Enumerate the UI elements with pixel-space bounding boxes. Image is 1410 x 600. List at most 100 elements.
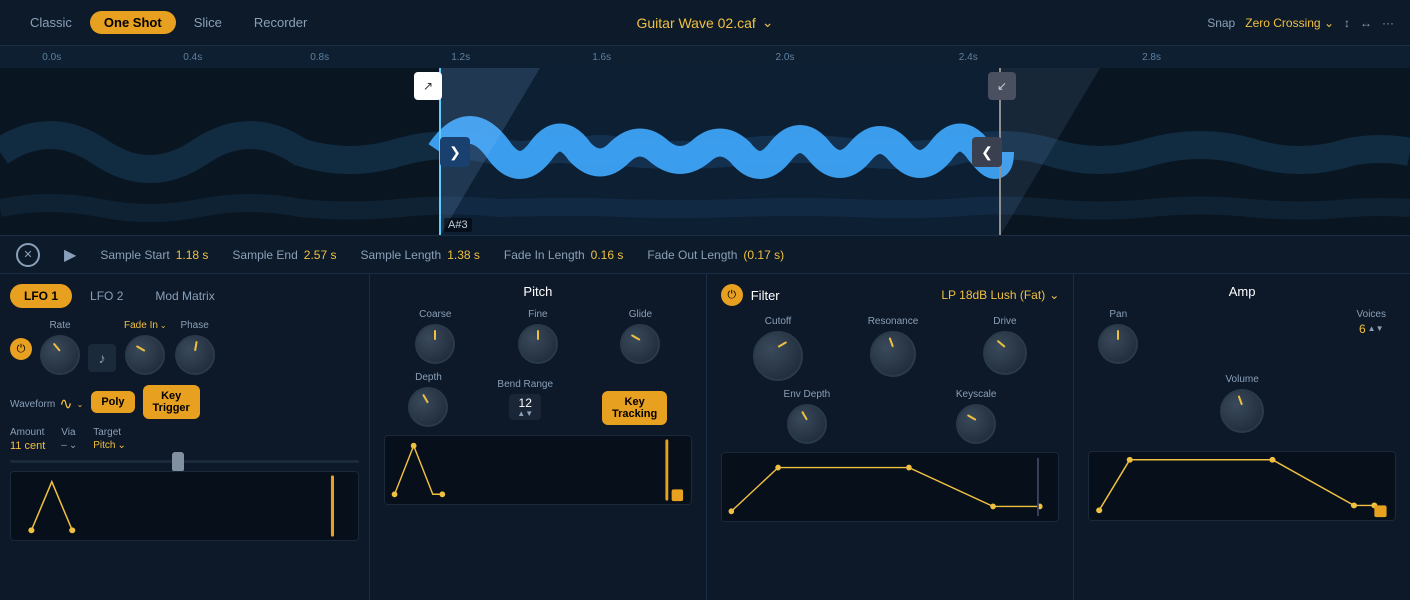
play-button[interactable]: ▶	[64, 245, 76, 265]
start-handle[interactable]: ↗	[414, 72, 442, 100]
nav-tabs: Classic One Shot Slice Recorder	[16, 11, 321, 34]
waveform-canvas[interactable]: ↗ ↙ ❯ ❮ A#3	[0, 68, 1410, 236]
zoom-horizontal-icon[interactable]: ↔	[1360, 16, 1372, 30]
file-title[interactable]: Guitar Wave 02.caf ⌄	[636, 14, 773, 31]
lfo-power-button[interactable]: ⏻	[10, 338, 32, 360]
filter-section: ⏻ Filter LP 18dB Lush (Fat) ⌄ Cutoff Res…	[707, 274, 1075, 600]
voices-stepper-control[interactable]: 6 ▲▼	[1359, 322, 1384, 336]
fine-knob-group: Fine	[518, 309, 558, 364]
voices-group: Voices 6 ▲▼	[1357, 309, 1386, 336]
zoom-vertical-icon[interactable]: ↕	[1344, 16, 1350, 30]
via-value[interactable]: – ⌄	[61, 440, 77, 451]
voices-value: 6	[1359, 322, 1366, 336]
depth-knob[interactable]	[408, 387, 448, 427]
waveform-chevron-icon[interactable]: ⌄	[77, 400, 84, 409]
glide-knob[interactable]	[620, 324, 660, 364]
target-label: Target	[93, 427, 126, 438]
env-depth-label: Env Depth	[784, 389, 831, 400]
filter-type-label: LP 18dB Lush (Fat)	[941, 288, 1045, 302]
keyscale-knob[interactable]	[956, 404, 996, 444]
tab-recorder[interactable]: Recorder	[240, 11, 321, 34]
tab-oneshot[interactable]: One Shot	[90, 11, 176, 34]
key-tracking-button[interactable]: KeyTracking	[602, 391, 667, 425]
filter-top-knobs: Cutoff Resonance Drive	[721, 316, 1060, 381]
pitch-top-knobs: Coarse Fine Glide	[384, 309, 692, 364]
sample-start-label: Sample Start	[100, 248, 169, 262]
waveform-label: Waveform	[10, 399, 55, 410]
top-nav: Classic One Shot Slice Recorder Guitar W…	[0, 0, 1410, 46]
lfo-slider[interactable]	[10, 460, 359, 463]
keyscale-label: Keyscale	[956, 389, 997, 400]
filter-power-button[interactable]: ⏻	[721, 284, 743, 306]
phase-knob[interactable]	[175, 335, 215, 375]
voices-arrows-icon[interactable]: ▲▼	[1368, 325, 1384, 333]
target-value[interactable]: Pitch ⌄	[93, 440, 126, 451]
fade-in-chevron-icon[interactable]: ⌄	[160, 321, 167, 330]
resonance-knob-group: Resonance	[868, 316, 919, 381]
rate-knob-group: Rate	[40, 320, 80, 375]
fade-out-value[interactable]: (0.17 s)	[743, 248, 784, 262]
key-trigger-button[interactable]: KeyTrigger	[143, 385, 200, 419]
snap-area: Snap Zero Crossing ⌄ ↕ ↔ ···	[1207, 16, 1394, 30]
fine-knob[interactable]	[518, 324, 558, 364]
amp-title: Amp	[1088, 284, 1396, 299]
keyscale-knob-group: Keyscale	[956, 389, 997, 444]
filter-type-chevron-icon: ⌄	[1049, 288, 1059, 302]
fade-in-knob-group: Fade In ⌄	[124, 320, 167, 375]
sample-length-group: Sample Length 1.38 s	[360, 248, 479, 262]
tab-classic[interactable]: Classic	[16, 11, 86, 34]
pitch-section: Pitch Coarse Fine Glide Depth Bend Range	[370, 274, 707, 600]
env-depth-knob-group: Env Depth	[784, 389, 831, 444]
tab-slice[interactable]: Slice	[180, 11, 236, 34]
scroll-right-button[interactable]: ❮	[972, 137, 1002, 167]
sample-end-value[interactable]: 2.57 s	[304, 248, 337, 262]
env-depth-knob[interactable]	[787, 404, 827, 444]
pitch-bottom-row: Depth Bend Range 12 ▲▼ KeyTracking	[384, 372, 692, 427]
cutoff-label: Cutoff	[765, 316, 792, 327]
resonance-knob[interactable]	[870, 331, 916, 377]
file-name: Guitar Wave 02.caf	[636, 15, 755, 31]
coarse-knob[interactable]	[415, 324, 455, 364]
ruler-mark-5: 2.0s	[776, 52, 795, 63]
snap-value[interactable]: Zero Crossing ⌄	[1245, 16, 1334, 30]
drive-knob[interactable]	[983, 331, 1027, 375]
lfo1-tab[interactable]: LFO 1	[10, 284, 72, 308]
glide-knob-group: Glide	[620, 309, 660, 364]
drive-label: Drive	[993, 316, 1016, 327]
mod-matrix-tab[interactable]: Mod Matrix	[141, 284, 228, 308]
bend-range-stepper[interactable]: 12 ▲▼	[509, 394, 541, 420]
via-group: Via – ⌄	[61, 427, 77, 451]
filter-title: Filter	[751, 288, 780, 303]
volume-knob-group: Volume	[1088, 374, 1396, 433]
end-handle[interactable]: ↙	[988, 72, 1016, 100]
stop-button[interactable]: ✕	[16, 243, 40, 267]
transport-bar: ✕ ▶ Sample Start 1.18 s Sample End 2.57 …	[0, 236, 1410, 274]
sample-start-value[interactable]: 1.18 s	[176, 248, 209, 262]
more-options-icon[interactable]: ···	[1382, 16, 1394, 30]
fade-in-value[interactable]: 0.16 s	[591, 248, 624, 262]
file-dropdown-icon[interactable]: ⌄	[762, 14, 774, 31]
filter-bottom-knobs: Env Depth Keyscale	[721, 389, 1060, 444]
scroll-left-button[interactable]: ❯	[440, 137, 470, 167]
poly-button[interactable]: Poly	[91, 391, 134, 413]
fade-in-knob[interactable]	[125, 335, 165, 375]
rate-knob[interactable]	[40, 335, 80, 375]
stepper-arrows[interactable]: ▲▼	[517, 410, 533, 418]
volume-label: Volume	[1225, 374, 1258, 385]
sample-length-value[interactable]: 1.38 s	[447, 248, 480, 262]
note-label: A#3	[444, 218, 472, 232]
sample-end-label: Sample End	[232, 248, 297, 262]
volume-knob[interactable]	[1220, 389, 1264, 433]
rate-label: Rate	[49, 320, 70, 331]
waveform-svg	[0, 68, 1410, 236]
cutoff-knob[interactable]	[753, 331, 803, 381]
note-icon[interactable]: ♪	[88, 344, 116, 372]
ruler-mark-2: 0.8s	[310, 52, 329, 63]
ruler-mark-0: 0.0s	[42, 52, 61, 63]
snap-label: Snap	[1207, 16, 1235, 30]
lfo-section: LFO 1 LFO 2 Mod Matrix ⏻ Rate ♪ Fade In …	[0, 274, 370, 600]
lfo2-tab[interactable]: LFO 2	[76, 284, 137, 308]
filter-type[interactable]: LP 18dB Lush (Fat) ⌄	[941, 288, 1059, 302]
pan-knob[interactable]	[1098, 324, 1138, 364]
bend-range-value: 12	[519, 396, 532, 410]
